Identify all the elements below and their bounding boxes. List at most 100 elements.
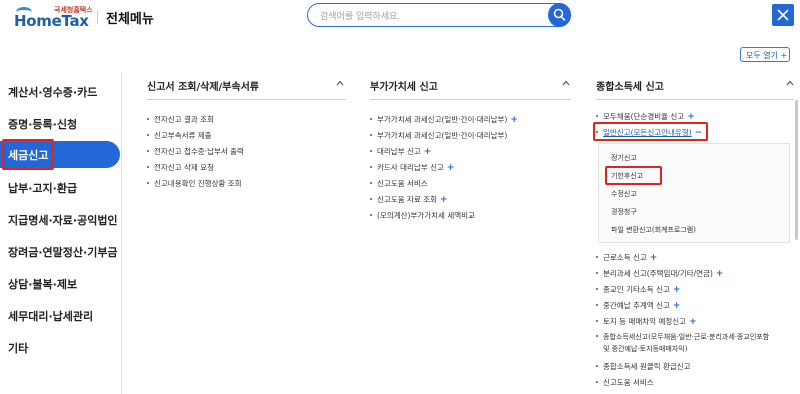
left-nav-divider	[121, 72, 122, 394]
list-item-label: 신고도움 자료 조회	[377, 195, 437, 204]
list-item[interactable]: 전자신고 삭제 요청	[147, 162, 214, 173]
list-item-label: 카드사 대리납부 신고	[377, 163, 444, 172]
nav-item-other[interactable]: 기타	[8, 340, 28, 356]
header: 국세청홈택스 HomeTax 전체메뉴 검색어를 입력하세요.	[0, 0, 800, 36]
bullet-icon	[596, 272, 598, 274]
list-item-label: 모두채움(단순경비율 신고	[603, 112, 685, 121]
list-item-label: 신고도움 서비스	[603, 378, 654, 387]
column-divider	[596, 99, 794, 100]
expand-plus-icon[interactable]: +	[447, 163, 455, 173]
list-item[interactable]: 신고도움 서비스	[596, 377, 654, 388]
list-item[interactable]: 카드사 대리납부 신고 +	[370, 162, 454, 173]
expand-plus-icon[interactable]: +	[689, 317, 697, 327]
list-item[interactable]: 신고도움 서비스	[370, 178, 428, 189]
search-icon	[553, 8, 566, 21]
list-item[interactable]: 종합소득세 원클릭 환급신고	[596, 361, 691, 372]
list-item[interactable]: 부가가치세 과세신고(일반·간이·대리납부)	[370, 130, 507, 141]
view-all-label: 모두 열기 +	[746, 51, 788, 60]
bullet-icon	[596, 365, 598, 367]
bullet-icon	[596, 304, 598, 306]
list-item-label: 근로소득 신고	[603, 253, 647, 262]
column-title[interactable]: 신고서 조회/삭제/부속서류	[147, 78, 259, 93]
expand-plus-icon[interactable]: +	[650, 253, 658, 263]
logo-title: HomeTax	[14, 12, 89, 30]
nav-item-consultation[interactable]: 상담·불복·제보	[8, 276, 77, 292]
list-item-label: 전자신고 삭제 요청	[154, 163, 214, 172]
bullet-icon	[370, 198, 372, 200]
list-item-label: 및 중간예납·토지등매매차익)	[603, 345, 688, 353]
close-button[interactable]	[772, 4, 794, 26]
scrollbar[interactable]	[795, 100, 798, 240]
list-item[interactable]: 토지 등 매매차익 예정신고 +	[596, 316, 697, 327]
nav-item-incentives[interactable]: 장려금·연말정산·기부금	[8, 244, 118, 260]
search-button[interactable]	[548, 3, 571, 27]
chevron-up-icon[interactable]	[562, 80, 570, 86]
bullet-icon	[596, 115, 598, 117]
list-item[interactable]: 대리납부 신고 +	[370, 146, 431, 157]
list-item[interactable]: 신고부속서류 제출	[147, 130, 212, 141]
bullet-icon	[370, 182, 372, 184]
bullet-icon	[596, 256, 598, 258]
bullet-icon	[147, 166, 149, 168]
list-item-label: 신고내용확인 진행상황 조회	[154, 179, 242, 188]
list-item[interactable]: 종교인 기타소득 신고 +	[596, 284, 680, 295]
list-item[interactable]: 신고도움 자료 조회 +	[370, 194, 448, 205]
list-item[interactable]: 부가가치세 과세신고(일반·간이·대리납부) +	[370, 114, 518, 125]
nav-item-certificates[interactable]: 증명·등록·신청	[8, 116, 77, 132]
list-item[interactable]: 신고내용확인 진행상황 조회	[147, 178, 242, 189]
submenu-item[interactable]: 정기신고	[611, 153, 637, 163]
bullet-icon	[596, 320, 598, 322]
expand-plus-icon[interactable]: +	[687, 112, 695, 122]
list-item[interactable]: 중간예납 추계액 신고 +	[596, 300, 680, 311]
expand-plus-icon[interactable]: +	[673, 301, 681, 311]
search-input[interactable]: 검색어를 입력하세요.	[307, 3, 571, 27]
search-placeholder: 검색어를 입력하세요.	[320, 12, 401, 22]
bullet-icon	[596, 335, 598, 337]
bullet-icon	[147, 150, 149, 152]
highlight-box-late-filing	[605, 166, 662, 185]
list-item-label: (모의계산)부가가치세 세액비교	[377, 211, 475, 220]
bullet-icon	[370, 134, 372, 136]
list-item[interactable]: 종합소득세신고(모두채움·일반·근로·분리과세·종교인포함	[596, 332, 769, 342]
expand-plus-icon[interactable]: +	[673, 285, 681, 295]
list-item[interactable]: 근로소득 신고 +	[596, 252, 657, 263]
column-title[interactable]: 부가가치세 신고	[370, 78, 438, 93]
bullet-icon	[596, 381, 598, 383]
nav-item-tax-agent[interactable]: 세무대리·납세관리	[8, 308, 93, 324]
list-item-label: 신고도움 서비스	[377, 179, 428, 188]
expand-plus-icon[interactable]: +	[424, 147, 432, 157]
nav-item-statements[interactable]: 지급명세·자료·공익법인	[8, 212, 118, 228]
column-title[interactable]: 종합소득세 신고	[596, 78, 664, 93]
submenu-item[interactable]: 수정신고	[611, 189, 637, 199]
list-item[interactable]: 전자신고 결과 조회	[147, 114, 214, 125]
submenu-item[interactable]: 경정청구	[611, 207, 637, 217]
bullet-icon	[370, 118, 372, 120]
bullet-icon	[147, 182, 149, 184]
list-item[interactable]: (모의계산)부가가치세 세액비교	[370, 210, 475, 221]
hometax-logo[interactable]: 국세청홈택스 HomeTax	[14, 5, 93, 31]
chevron-up-icon[interactable]	[786, 80, 794, 86]
bullet-icon	[370, 150, 372, 152]
view-all-button[interactable]: 모두 열기 +	[740, 47, 790, 62]
list-item[interactable]: 모두채움(단순경비율 신고 +	[596, 111, 695, 122]
list-item-label: 토지 등 매매차익 예정신고	[603, 317, 687, 326]
chevron-up-icon[interactable]	[336, 80, 344, 86]
expand-plus-icon[interactable]: +	[510, 115, 518, 125]
nav-item-payment[interactable]: 납부·고지·환급	[8, 180, 77, 196]
expand-plus-icon[interactable]: +	[716, 269, 724, 279]
highlight-box-nav	[2, 139, 54, 170]
expand-plus-icon[interactable]: +	[440, 195, 448, 205]
list-item-label: 분리과세 신고(주택임대/기타/연금)	[603, 269, 713, 278]
list-item-label: 전자신고 접수증·납부서 출력	[154, 147, 244, 156]
list-item-label: 부가가치세 과세신고(일반·간이·대리납부)	[377, 131, 508, 140]
submenu-item[interactable]: 파일 변환신고(회계프로그램)	[611, 225, 696, 235]
bullet-icon	[370, 166, 372, 168]
list-item[interactable]: 분리과세 신고(주택임대/기타/연금) +	[596, 268, 723, 279]
bullet-icon	[147, 118, 149, 120]
nav-item-receipts[interactable]: 계산서·영수증·카드	[8, 84, 97, 100]
list-item[interactable]: 전자신고 접수증·납부서 출력	[147, 146, 244, 157]
list-item-label: 전자신고 결과 조회	[154, 115, 214, 124]
page-title: 전체메뉴	[106, 12, 154, 27]
column-divider	[147, 99, 346, 100]
list-item-label: 부가가치세 과세신고(일반·간이·대리납부)	[377, 115, 508, 124]
